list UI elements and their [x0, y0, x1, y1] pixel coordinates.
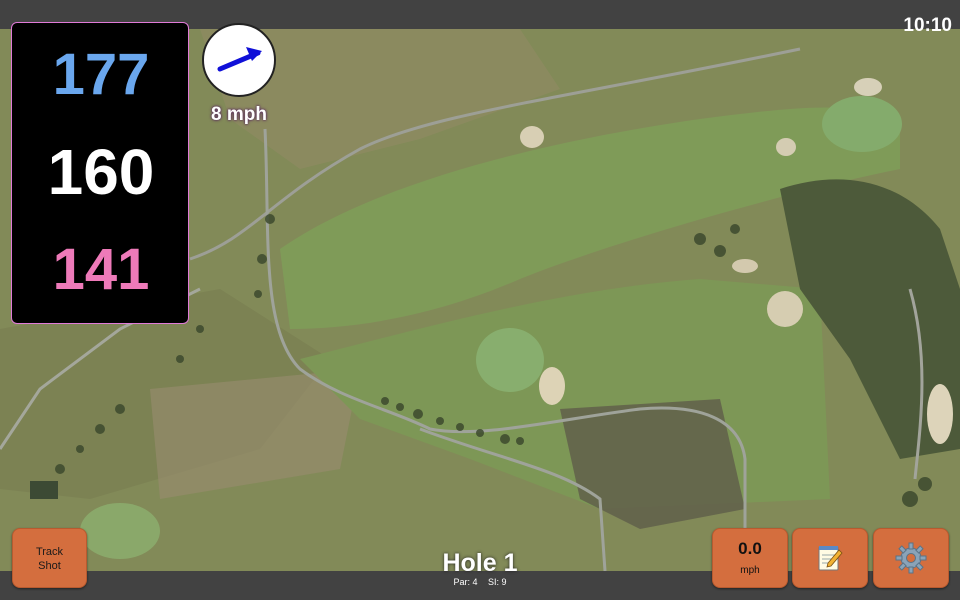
notepad-icon [818, 546, 843, 571]
distance-panel: 177 160 141 [11, 22, 189, 324]
hole-details: Par: 4 SI: 9 [380, 577, 580, 587]
center-distance: 160 [47, 136, 155, 208]
wind-direction-dial [202, 23, 276, 97]
hole-title: Hole 1 [442, 549, 518, 577]
gear-icon [895, 542, 927, 574]
clock-time: 10:10 [903, 15, 952, 36]
track-shot-label-line2: Shot [38, 560, 61, 572]
hole-stroke-index: SI: 9 [488, 577, 507, 587]
speed-value: 0.0 [738, 539, 762, 558]
speed-unit: mph [740, 565, 760, 576]
settings-button[interactable] [873, 528, 949, 588]
speed-button[interactable]: 0.0 mph [712, 528, 788, 588]
front-distance: 141 [52, 237, 150, 302]
notes-button[interactable] [792, 528, 868, 588]
track-shot-button[interactable]: Track Shot [12, 528, 87, 588]
wind-speed-label: 8 mph [211, 104, 267, 125]
arrow-up-right-icon [217, 47, 262, 72]
back-distance: 177 [52, 42, 150, 107]
track-shot-label-line1: Track [35, 546, 64, 558]
hole-par: Par: 4 [453, 577, 478, 587]
